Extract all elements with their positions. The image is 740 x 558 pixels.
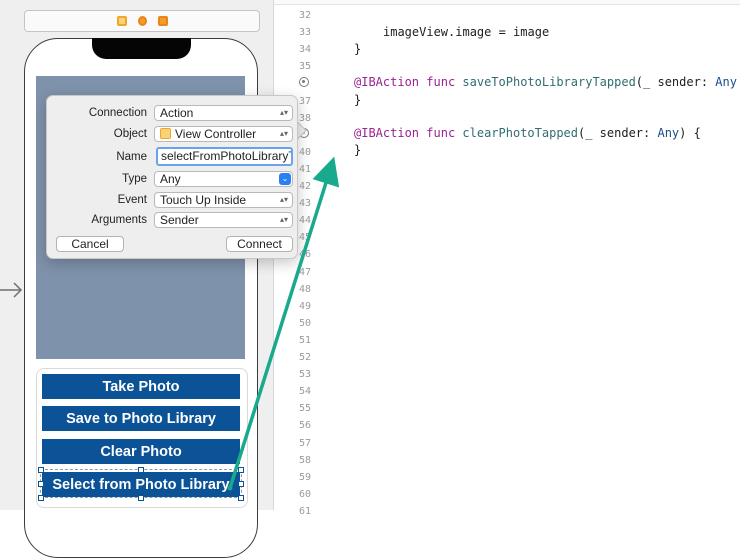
- type-value: Any: [160, 172, 181, 186]
- code-line-clear-action[interactable]: @IBAction func clearPhotoTapped(_ sender…: [354, 126, 701, 140]
- event-popup[interactable]: Touch Up Inside ▴▾: [154, 192, 293, 208]
- chevron-down-icon[interactable]: ⌄: [279, 173, 291, 185]
- line-number: 61: [298, 505, 311, 517]
- line-number: 34: [298, 44, 311, 56]
- line-number: 33: [298, 27, 311, 39]
- line-number: 52: [298, 352, 311, 363]
- line-number: 47: [298, 266, 311, 278]
- event-value: Touch Up Inside: [160, 193, 247, 207]
- action-name-field[interactable]: selectFromPhotoLibraryT: [156, 147, 293, 166]
- object-label: Object: [113, 128, 147, 140]
- up-down-chevron-icon: ▴▾: [279, 195, 288, 204]
- take-photo-button[interactable]: Take Photo: [42, 374, 240, 399]
- name-label: Name: [116, 151, 147, 163]
- line-number: 60: [298, 488, 311, 500]
- connection-circle-icon[interactable]: [299, 77, 309, 87]
- object-popup[interactable]: View Controller ▴▾: [154, 126, 293, 142]
- arguments-value: Sender: [160, 213, 199, 227]
- resize-handle[interactable]: [238, 495, 244, 501]
- line-number: 53: [298, 369, 311, 381]
- clear-photo-button[interactable]: Clear Photo: [42, 439, 240, 464]
- connection-label: Connection: [88, 107, 147, 119]
- line-number: 55: [298, 403, 311, 415]
- resize-handle[interactable]: [238, 481, 244, 487]
- resize-handle[interactable]: [238, 467, 244, 473]
- line-number: 50: [298, 317, 311, 329]
- up-down-chevron-icon: ▴▾: [279, 129, 288, 138]
- resize-handle[interactable]: [38, 495, 44, 501]
- type-label: Type: [122, 173, 147, 185]
- code-line[interactable]: imageView.image = image: [383, 25, 549, 39]
- save-to-photo-library-button[interactable]: Save to Photo Library: [42, 406, 240, 431]
- line-number: 32: [298, 10, 311, 21]
- resize-handle[interactable]: [38, 467, 44, 473]
- line-number: 59: [298, 471, 311, 483]
- line-number: 57: [298, 437, 311, 449]
- object-value: View Controller: [175, 127, 257, 141]
- view-controller-icon: [160, 128, 171, 139]
- connection-value: Action: [160, 106, 194, 120]
- type-combo-box[interactable]: Any ⌄: [154, 171, 293, 187]
- code-line[interactable]: }: [354, 42, 361, 56]
- line-number: 49: [298, 300, 311, 312]
- exit-icon[interactable]: [157, 16, 168, 26]
- connection-popup[interactable]: Action ▴▾: [154, 105, 293, 121]
- resize-handle[interactable]: [138, 495, 144, 501]
- up-down-chevron-icon: ▴▾: [279, 215, 288, 224]
- editor-jump-bar: [274, 0, 740, 5]
- iphone-notch: [92, 38, 191, 59]
- first-responder-icon[interactable]: [137, 16, 147, 26]
- view-controller-icon[interactable]: [116, 16, 127, 26]
- up-down-chevron-icon: ▴▾: [279, 108, 288, 117]
- arguments-label: Arguments: [91, 214, 147, 226]
- resize-handle[interactable]: [38, 481, 44, 487]
- cancel-button[interactable]: Cancel: [56, 236, 124, 252]
- line-number: 56: [298, 420, 311, 432]
- line-number: 35: [298, 61, 311, 73]
- selection-outline: [40, 469, 242, 498]
- resize-handle[interactable]: [138, 467, 144, 473]
- line-number: 48: [298, 283, 311, 295]
- entry-point-arrow-icon: [0, 282, 23, 298]
- line-number: 51: [298, 334, 311, 346]
- connect-button[interactable]: Connect: [226, 236, 293, 252]
- scene-dock: [24, 10, 260, 32]
- line-number: 54: [298, 386, 311, 398]
- event-label: Event: [117, 194, 147, 206]
- code-line[interactable]: }: [354, 93, 361, 107]
- line-number: 58: [298, 454, 311, 466]
- arguments-popup[interactable]: Sender ▴▾: [154, 212, 293, 228]
- code-line-save-action[interactable]: @IBAction func saveToPhotoLibraryTapped(…: [354, 75, 737, 89]
- code-line[interactable]: }: [354, 143, 361, 157]
